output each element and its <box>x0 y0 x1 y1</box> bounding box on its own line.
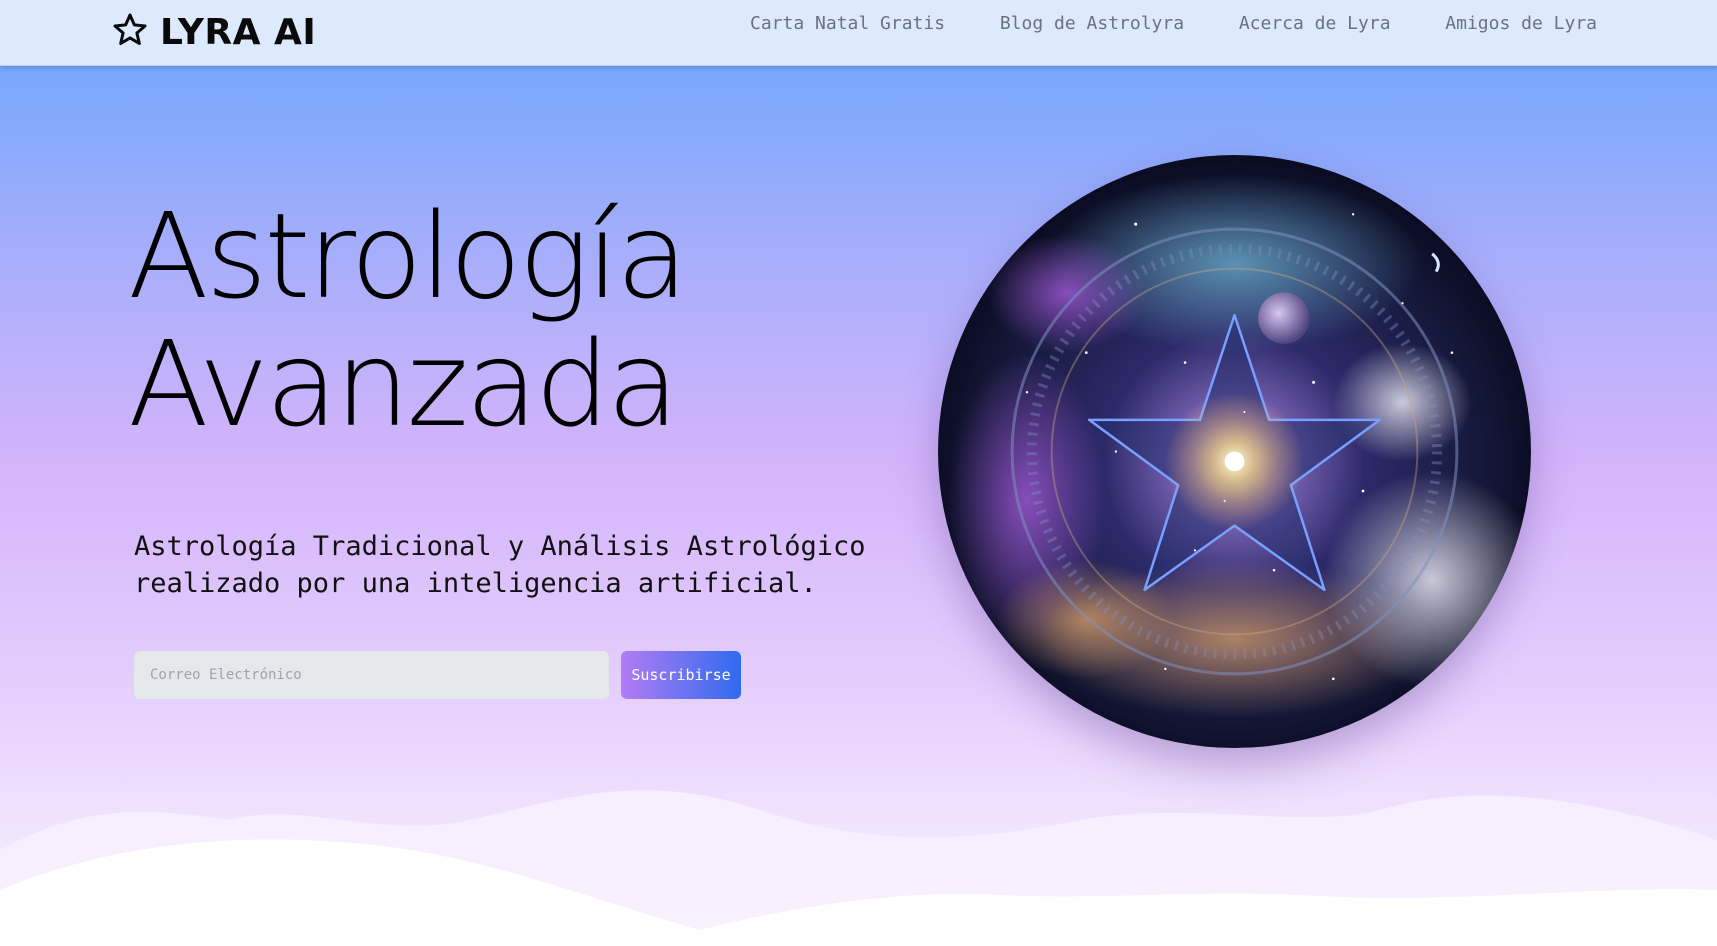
hero-title-line-1: Astrología <box>128 187 688 325</box>
newsletter-form: Suscribirse <box>134 651 741 699</box>
nav-link-carta-natal[interactable]: Carta Natal Gratis <box>750 12 945 36</box>
hero-subtitle: Astrología Tradicional y Análisis Astrol… <box>134 528 866 602</box>
hero-title-line-2: Avanzada <box>128 315 679 453</box>
hero-subtitle-line-1: Astrología Tradicional y Análisis Astrol… <box>134 531 866 562</box>
brand-name: LYRA AI <box>160 11 317 53</box>
email-input[interactable] <box>134 651 609 699</box>
star-outline-icon <box>112 12 148 52</box>
hero-title: Astrología Avanzada <box>128 187 688 453</box>
nav-link-acerca[interactable]: Acerca de Lyra <box>1239 12 1391 36</box>
nav-link-blog[interactable]: Blog de Astrolyra <box>1000 12 1184 36</box>
cosmic-pentagram-illustration <box>938 155 1531 748</box>
hero-cosmic-orb-image <box>938 155 1531 748</box>
subscribe-button[interactable]: Suscribirse <box>621 651 741 699</box>
nav-links: Carta Natal Gratis Blog de Astrolyra Ace… <box>750 12 1597 36</box>
top-navbar: LYRA AI Carta Natal Gratis Blog de Astro… <box>0 0 1717 66</box>
hero-subtitle-line-2: realizado por una inteligencia artificia… <box>134 568 817 599</box>
brand-logo-link[interactable]: LYRA AI <box>112 10 316 54</box>
nav-link-amigos[interactable]: Amigos de Lyra <box>1445 12 1597 36</box>
decorative-clouds <box>0 780 1717 946</box>
